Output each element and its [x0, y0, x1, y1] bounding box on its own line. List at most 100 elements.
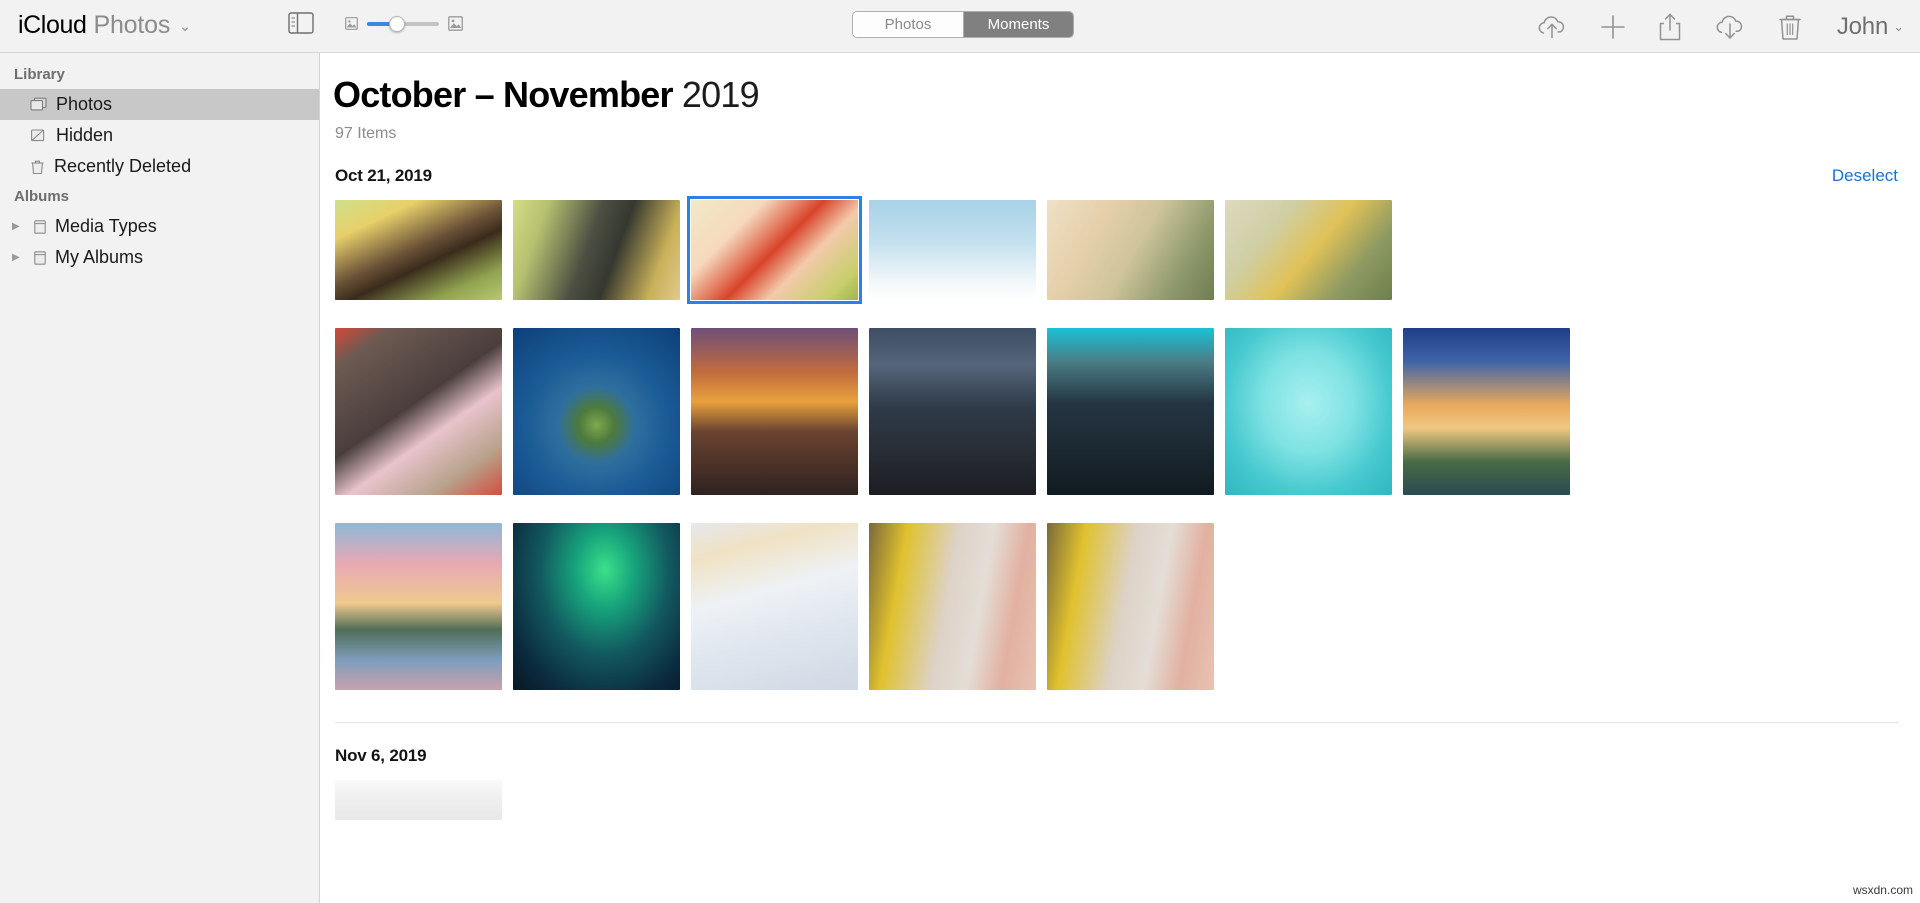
small-thumbnail-icon	[345, 17, 358, 30]
photo-ivy-tree-trunk-thumbnail	[513, 200, 680, 300]
photo-partial-next-moment[interactable]	[335, 780, 502, 820]
photo-sunset-street-stop[interactable]	[691, 328, 858, 495]
photo-night-city-street-thumbnail	[869, 328, 1036, 495]
account-name-label: John	[1836, 12, 1889, 40]
photo-ivy-tree-trunk[interactable]	[513, 200, 680, 300]
photo-grid-row-1	[321, 186, 1920, 314]
sidebar-item-label: My Albums	[55, 247, 144, 267]
photo-desert-highway-thumbnail	[1403, 200, 1570, 300]
photo-heart-island-lagoon-thumbnail	[1225, 328, 1392, 495]
photo-snowy-forest-path-thumbnail	[691, 523, 858, 690]
sidebar-item-my-albums[interactable]: ▶ My Albums	[0, 242, 319, 273]
photo-sky-sunflare-thumbnail	[869, 200, 1036, 300]
photo-ginkgo-temple-wall-2-thumbnail	[1047, 523, 1214, 690]
photo-grid-row-3	[321, 509, 1920, 704]
sidebar-item-label: Photos	[56, 94, 113, 114]
disclosure-triangle-icon[interactable]: ▶	[12, 252, 25, 263]
photo-yellow-rosebuds[interactable]	[1225, 200, 1392, 300]
photo-tiny-planet-castle-thumbnail	[513, 328, 680, 495]
hidden-eye-slash-icon	[31, 129, 45, 142]
account-menu[interactable]: John ⌄	[1837, 13, 1904, 41]
album-folder-icon	[34, 219, 46, 234]
moment-date-label: Nov 6, 2019	[335, 746, 427, 765]
brand-icloud-label: iCloud	[18, 11, 87, 39]
moment-date-label: Oct 21, 2019	[335, 166, 432, 185]
photo-hand-holding-maple-leaf[interactable]	[687, 196, 862, 304]
photo-ginkgo-temple-wall-2[interactable]	[1047, 523, 1214, 690]
photo-desert-highway[interactable]	[1403, 200, 1570, 300]
sidebar-item-media-types[interactable]: ▶ Media Types	[0, 211, 319, 242]
thumbnail-size-control[interactable]	[345, 15, 463, 32]
brand-photos-label: Photos	[93, 11, 171, 39]
photo-sky-sunflare[interactable]	[869, 200, 1036, 300]
zoom-slider[interactable]	[367, 15, 439, 32]
photo-eiffel-tower-sunset-thumbnail	[1403, 328, 1570, 495]
photo-tiny-planet-castle[interactable]	[513, 328, 680, 495]
photo-blossoms-red-window-thumbnail	[335, 328, 502, 495]
sidebar-toggle-button[interactable]	[288, 12, 314, 39]
deselect-link[interactable]: Deselect	[1832, 166, 1898, 186]
photo-blossoms-red-window[interactable]	[335, 328, 502, 495]
view-mode-segmented-control[interactable]: Photos Moments	[852, 11, 1074, 38]
photo-sunset-street-stop-thumbnail	[691, 328, 858, 495]
photo-ginkgo-temple-wall-thumbnail	[869, 523, 1036, 690]
sidebar-section-albums: Albums	[14, 188, 70, 205]
sidebar-item-label: Media Types	[55, 216, 157, 236]
app-title-menu[interactable]: iCloud Photos ⌄	[18, 11, 191, 40]
photo-aurora-borealis[interactable]	[513, 523, 680, 690]
photo-ginkgo-temple-wall[interactable]	[869, 523, 1036, 690]
app-toolbar: iCloud Photos ⌄ Photos Moments John ⌄	[0, 0, 1920, 53]
photo-dried-rose[interactable]	[1047, 200, 1214, 300]
sidebar-item-label: Recently Deleted	[54, 156, 192, 176]
chevron-down-icon: ⌄	[179, 18, 191, 34]
photo-grid-next-moment	[321, 766, 1920, 834]
photos-stack-icon	[30, 97, 47, 111]
sidebar-toggle-icon	[288, 12, 314, 34]
large-thumbnail-icon	[448, 16, 463, 31]
watermark-label: wsxdn.com	[1852, 883, 1913, 897]
sidebar-item-recently-deleted[interactable]: Recently Deleted	[0, 151, 319, 182]
photo-autumn-birdhouse[interactable]	[335, 200, 502, 300]
trash-icon	[1779, 14, 1801, 40]
photo-city-skyline-dusk-thumbnail	[1047, 328, 1214, 495]
photo-partial-next-moment-thumbnail	[335, 780, 502, 820]
download-cloud-button[interactable]	[1713, 13, 1747, 41]
share-icon	[1659, 13, 1681, 40]
disclosure-triangle-icon[interactable]: ▶	[12, 221, 25, 232]
moment-header-next: Nov 6, 2019	[321, 723, 1920, 766]
upload-cloud-icon	[1538, 15, 1565, 38]
page-title: October – November 2019	[321, 54, 1920, 116]
tab-moments[interactable]: Moments	[963, 12, 1073, 37]
photo-eiffel-tower-sunset[interactable]	[1403, 328, 1570, 495]
photo-grid-row-2	[321, 314, 1920, 509]
photo-snowy-forest-path[interactable]	[691, 523, 858, 690]
delete-button[interactable]	[1777, 12, 1803, 42]
photo-lake-reflection-sunset[interactable]	[335, 523, 502, 690]
photo-autumn-birdhouse-thumbnail	[335, 200, 502, 300]
photo-city-skyline-dusk[interactable]	[1047, 328, 1214, 495]
photo-dried-rose-thumbnail	[1047, 200, 1214, 300]
trash-icon	[31, 160, 44, 174]
photo-lake-reflection-sunset-thumbnail	[335, 523, 502, 690]
add-button[interactable]	[1599, 13, 1627, 41]
upload-cloud-button[interactable]	[1535, 13, 1569, 41]
plus-icon	[1601, 14, 1625, 39]
tab-photos[interactable]: Photos	[853, 12, 963, 37]
photo-night-city-street[interactable]	[869, 328, 1036, 495]
share-button[interactable]	[1657, 12, 1683, 42]
sidebar-item-photos[interactable]: Photos	[0, 89, 319, 120]
item-count-label: 97 Items	[335, 125, 397, 142]
photo-hand-holding-maple-leaf-thumbnail	[691, 200, 858, 300]
photo-yellow-rosebuds-thumbnail	[1225, 200, 1392, 300]
page-title-year: 2019	[681, 74, 760, 115]
sidebar-section-library: Library	[14, 66, 65, 83]
photo-heart-island-lagoon[interactable]	[1225, 328, 1392, 495]
moment-header: Oct 21, 2019 Deselect	[321, 143, 1920, 186]
zoom-slider-knob[interactable]	[389, 15, 406, 32]
sidebar-item-label: Hidden	[56, 125, 114, 145]
toolbar-actions: John ⌄	[1535, 0, 1904, 53]
sidebar-item-hidden[interactable]: Hidden	[0, 120, 319, 151]
sidebar: Library Photos Hidden Recently Deleted A…	[0, 53, 320, 903]
download-cloud-icon	[1716, 15, 1743, 39]
album-folder-icon	[34, 250, 46, 265]
